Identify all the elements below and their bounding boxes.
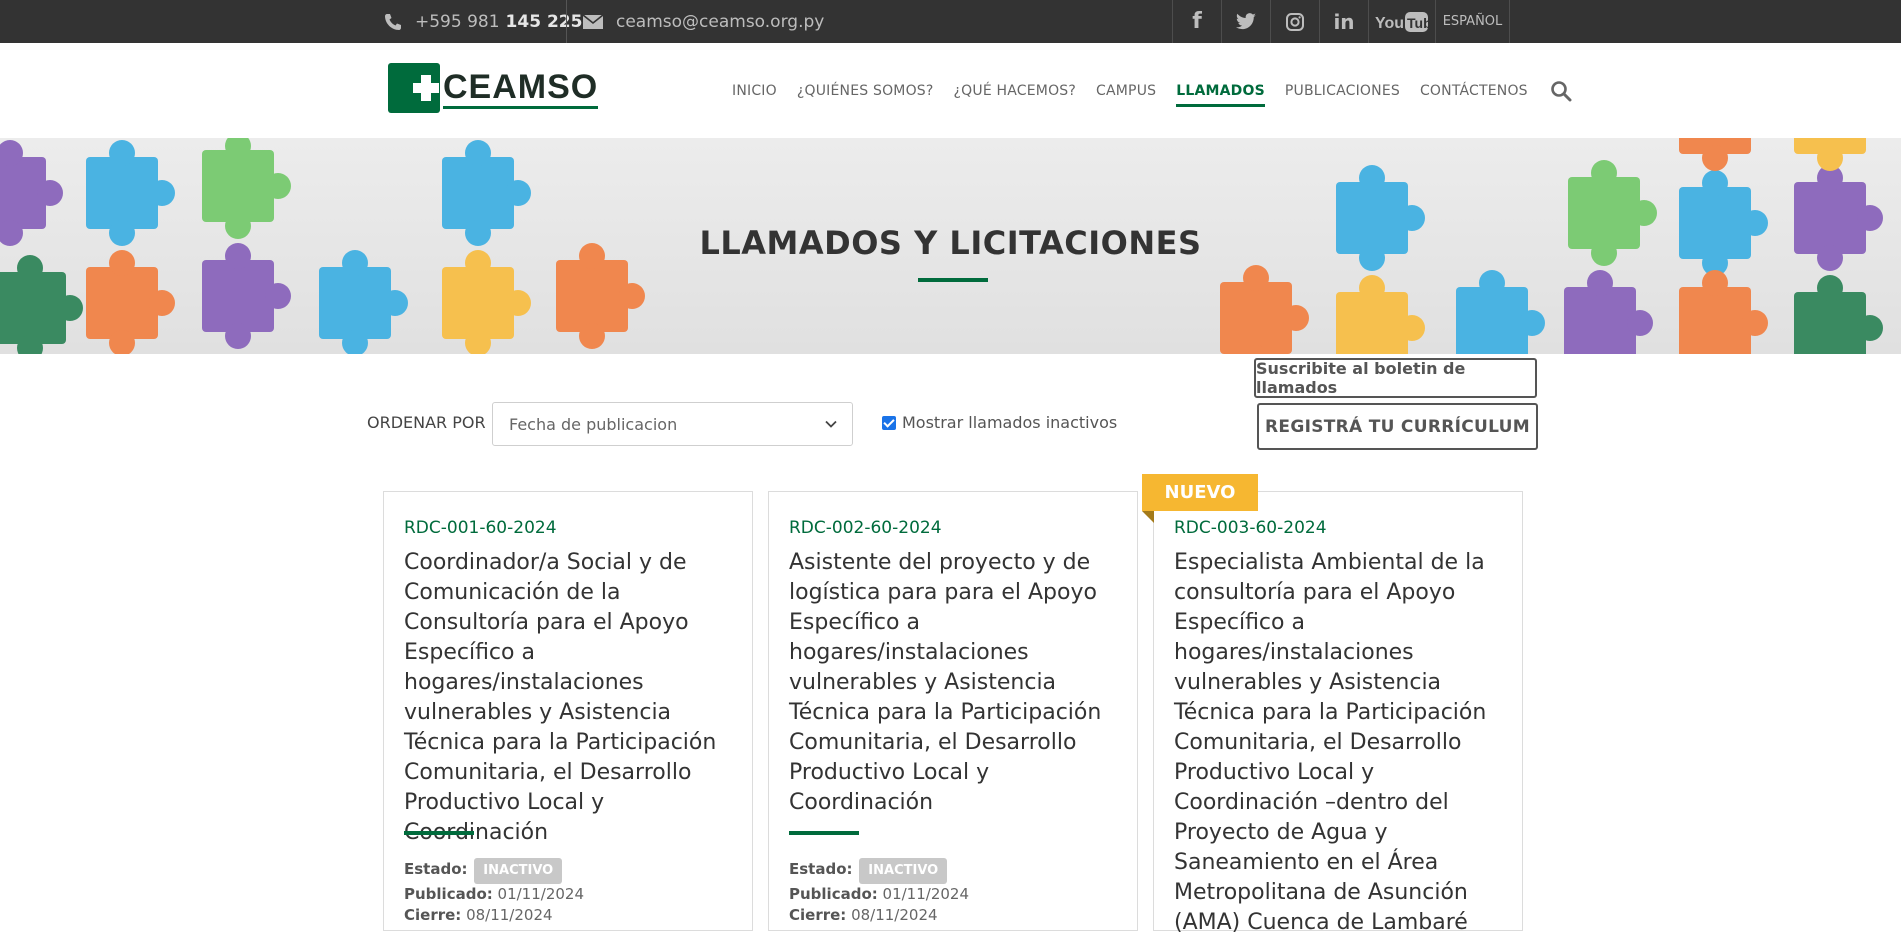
logo-cross-icon <box>388 63 440 113</box>
linkedin-icon[interactable]: in <box>1319 0 1368 43</box>
job-title[interactable]: Coordinador/a Social y de Comunicación d… <box>404 548 739 848</box>
nav-item-quienes-somos[interactable]: ¿QUIÉNES SOMOS? <box>797 83 934 99</box>
job-close-row: Cierre: 08/11/2024 <box>789 903 938 927</box>
nav-item-campus[interactable]: CAMPUS <box>1096 83 1156 99</box>
top-bar: +595 981 145 225 ceamso@ceamso.org.py f … <box>0 0 1901 43</box>
close-date: 08/11/2024 <box>851 906 938 924</box>
language-selector[interactable]: ESPAÑOL <box>1435 0 1510 43</box>
social-links: f in YouTube ESPAÑOL <box>1172 0 1510 43</box>
job-status-row: Estado: INACTIVO <box>404 857 563 884</box>
job-card[interactable]: RDC-002-60-2024 Asistente del proyecto y… <box>768 491 1138 931</box>
job-code[interactable]: RDC-003-60-2024 <box>1174 518 1327 538</box>
topbar-divider <box>566 0 567 43</box>
facebook-icon[interactable]: f <box>1172 0 1221 43</box>
published-date: 01/11/2024 <box>497 885 584 903</box>
card-divider <box>789 831 859 835</box>
job-code[interactable]: RDC-002-60-2024 <box>789 518 942 538</box>
nav-item-llamados[interactable]: LLAMADOS <box>1176 83 1265 107</box>
subscribe-newsletter-button[interactable]: Suscribite al boletin de llamados <box>1254 358 1537 398</box>
close-label: Cierre: <box>404 906 462 924</box>
job-card[interactable]: RDC-001-60-2024 Coordinador/a Social y d… <box>383 491 753 931</box>
job-code[interactable]: RDC-001-60-2024 <box>404 518 557 538</box>
job-status-row: Estado: INACTIVO <box>789 857 948 884</box>
page-banner: LLAMADOS Y LICITACIONES <box>0 138 1901 354</box>
new-ribbon: NUEVO <box>1142 474 1258 511</box>
sort-select-value: Fecha de publicacion <box>509 415 678 434</box>
ceamso-logo[interactable]: CEAMSO <box>388 63 599 113</box>
nav-item-contactenos[interactable]: CONTÁCTENOS <box>1420 83 1528 99</box>
svg-text:Tube: Tube <box>1407 15 1429 31</box>
search-icon[interactable] <box>1550 80 1572 102</box>
job-title[interactable]: Asistente del proyecto y de logística pa… <box>789 548 1124 818</box>
svg-text:You: You <box>1375 15 1404 32</box>
sort-label: ORDENAR POR <box>367 413 486 432</box>
show-inactive-checkbox[interactable]: Mostrar llamados inactivos <box>882 413 1117 432</box>
card-divider <box>404 831 474 835</box>
job-title[interactable]: Especialista Ambiental de la consultoría… <box>1174 548 1509 938</box>
ribbon-fold <box>1142 511 1154 523</box>
phone-number: 145 225 <box>505 11 583 32</box>
twitter-icon[interactable] <box>1221 0 1270 43</box>
chevron-down-icon <box>825 420 837 428</box>
nav-item-inicio[interactable]: INICIO <box>732 83 777 99</box>
phone-contact[interactable]: +595 981 145 225 <box>383 0 582 43</box>
job-close-row: Cierre: 08/11/2024 <box>404 903 553 927</box>
published-label: Publicado: <box>789 885 878 903</box>
job-card[interactable]: RDC-003-60-2024 Especialista Ambiental d… <box>1153 491 1523 935</box>
nav-item-publicaciones[interactable]: PUBLICACIONES <box>1285 83 1400 99</box>
close-label: Cierre: <box>789 906 847 924</box>
email-contact[interactable]: ceamso@ceamso.org.py <box>582 0 824 43</box>
page-title: LLAMADOS Y LICITACIONES <box>699 224 1202 262</box>
status-badge: INACTIVO <box>859 858 948 884</box>
status-label: Estado: <box>789 860 853 878</box>
title-underline <box>918 278 988 282</box>
main-nav: INICIO ¿QUIÉNES SOMOS? ¿QUÉ HACEMOS? CAM… <box>732 43 1572 138</box>
show-inactive-label: Mostrar llamados inactivos <box>902 413 1118 432</box>
close-date: 08/11/2024 <box>466 906 553 924</box>
phone-icon <box>385 13 401 30</box>
phone-prefix: +595 981 <box>415 11 500 32</box>
site-header: CEAMSO INICIO ¿QUIÉNES SOMOS? ¿QUÉ HACEM… <box>0 43 1901 138</box>
sort-select[interactable]: Fecha de publicacion <box>492 402 853 446</box>
register-cv-button[interactable]: REGISTRÁ TU CURRÍCULUM <box>1257 403 1538 450</box>
logo-text: CEAMSO <box>443 68 599 109</box>
email-address: ceamso@ceamso.org.py <box>616 11 825 32</box>
envelope-icon <box>582 13 604 29</box>
nav-item-que-hacemos[interactable]: ¿QUÉ HACEMOS? <box>954 83 1077 99</box>
youtube-icon[interactable]: YouTube <box>1368 0 1435 43</box>
status-badge: INACTIVO <box>474 858 563 884</box>
published-label: Publicado: <box>404 885 493 903</box>
instagram-icon[interactable] <box>1270 0 1319 43</box>
checkbox-checked-icon[interactable] <box>882 415 896 430</box>
status-label: Estado: <box>404 860 468 878</box>
published-date: 01/11/2024 <box>882 885 969 903</box>
